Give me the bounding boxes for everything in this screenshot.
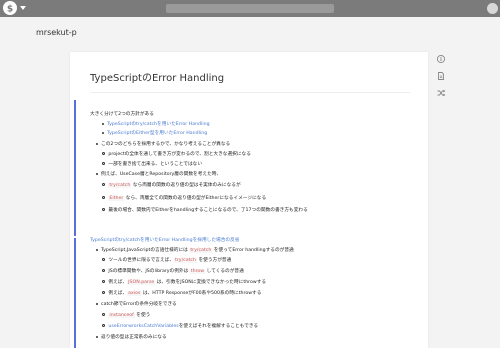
inline-code: try/catch (189, 248, 213, 253)
list-item: projectの全体を通して書き方が変わるので、割と大きな選択になる (102, 152, 251, 158)
bullet-icon (102, 291, 106, 295)
list-item: TypeScriptのEither型を用いたError Handling (102, 131, 207, 137)
list-item-text: なら、両層全ての関数の返り値の型がEitherになるイメージになる (124, 196, 267, 202)
bullet-icon (102, 280, 106, 284)
inline-code: JSON.parse (127, 280, 156, 286)
list-item: 最後の場合、関数内でEitherをhandlingすることになるので、了17つの… (102, 208, 308, 214)
bullet-icon (96, 335, 98, 338)
list-item: catch節でErrorの条件分岐をできる (96, 302, 177, 308)
edit-marker (74, 100, 76, 236)
list-item-text: を使ってError handlingするのが普通 (212, 248, 294, 253)
list-item-text: projectの全体を通して書き方が変わるので、割と大きな選択になる (108, 152, 251, 158)
bullet-icon (102, 196, 106, 200)
avatar[interactable] (487, 3, 498, 14)
inline-code: Either (108, 196, 125, 202)
inline-code: axios (127, 291, 142, 297)
bullet-icon (102, 208, 106, 212)
list-item-text: 例えば、 (108, 291, 128, 297)
list-item: instanceof を使う (102, 313, 150, 319)
svg-text:$: $ (7, 5, 13, 15)
bullet-icon (96, 302, 98, 305)
list-item: ツールの世界に限るで言えば、try/catch を使う方が普通 (102, 258, 231, 264)
shuffle-icon[interactable] (436, 88, 446, 98)
list-item-text: は、引数をJSONに変換できなかった時にthrowする (155, 280, 267, 286)
list-item: 例えば、axios は、HTTP ResponseがF00系や500系の時にth… (102, 291, 261, 297)
list-item-text: 返り値の型は正常系のみになる (101, 335, 167, 340)
post-title: TypeScriptのError Handling (90, 73, 225, 84)
list-item: Either なら、両層全ての関数の返り値の型がEitherになるイメージになる (102, 196, 266, 202)
list-item-text: JSの標準関数や、JSのlibraryの例外は (108, 269, 190, 275)
list-item: この2つのどちらを採用するかで、かなり考えることが異なる (96, 142, 230, 148)
list-item-text: この2つのどちらを採用するかで、かなり考えることが異なる (101, 142, 231, 147)
list-item-text: してくるのが普通 (205, 269, 244, 275)
bullet-icon (102, 152, 106, 156)
list-item: TypeScript,JavaScriptの言語仕様的には try/catch … (96, 248, 294, 254)
list-item: 一部を書き捨て出来る、ということではない (102, 162, 202, 168)
list-item-text: を使う (134, 313, 151, 319)
list-item-text: 例えば、UseCase層とRepository層の関数を考えた時、 (101, 172, 222, 177)
list-item-text: 最後の場合、関数内でEitherをhandlingすることになるので、了17つの… (108, 208, 308, 214)
list-item-text: なら両層の関数の返り値の型はそ実体のみになるが (131, 183, 241, 189)
post-card: TypeScriptのError Handling 大きく分けて2つの方針がある… (70, 52, 428, 348)
bullet-icon (102, 313, 106, 317)
edit-marker (74, 238, 76, 348)
link[interactable]: useErrorwrorksCatchVariables (108, 324, 178, 329)
list-item-text: 一部を書き捨て出来る、ということではない (108, 162, 203, 168)
list-item: TypeScriptのtry/catchを用いたError Handling (102, 122, 210, 128)
list-item-text: catch節でErrorの条件分岐をできる (101, 302, 177, 307)
document-icon[interactable] (436, 71, 446, 81)
search-input[interactable] (166, 4, 334, 13)
list-item-text: TypeScript,JavaScriptの言語仕様的には (101, 248, 190, 253)
bullet-icon (102, 324, 106, 328)
top-bar: $ (0, 0, 500, 17)
list-item-text: を使う方が普通 (197, 258, 232, 264)
link[interactable]: TypeScriptのtry/catchを用いたError Handlingを採… (90, 238, 239, 243)
list-item-text: は、HTTP ResponseがF00系や500系の時にthrowする (141, 291, 262, 297)
list-item: try/catch なら両層の関数の返り値の型はそ実体のみになるが (102, 183, 241, 189)
inline-code: try/catch (108, 183, 132, 189)
list-item: 例えば、JSON.parse は、引数をJSONに変換できなかった時にthrow… (102, 280, 266, 286)
bullet-icon (102, 258, 106, 262)
title-divider (90, 92, 410, 93)
esa-logo-icon[interactable]: $ (3, 1, 17, 15)
list-item: 大きく分けて2つの方針がある (90, 112, 154, 118)
info-icon[interactable] (436, 54, 446, 64)
list-item: useErrorwrorksCatchVariablesを使えばそれを複解するこ… (102, 324, 258, 330)
link[interactable]: TypeScriptのtry/catchを用いたError Handling (107, 122, 210, 127)
bullet-icon (102, 269, 106, 273)
inline-code: instanceof (108, 313, 135, 319)
list-item: 例えば、UseCase層とRepository層の関数を考えた時、 (96, 172, 221, 178)
list-item-text: ツールの世界に限るで言えば、 (108, 258, 175, 264)
inline-code: throw (189, 269, 206, 275)
bullet-icon (96, 248, 98, 251)
bullet-icon (102, 162, 106, 166)
list-item: JSの標準関数や、JSのlibraryの例外は throw してくるのが普通 (102, 269, 244, 275)
bullet-icon (96, 142, 98, 145)
bullet-icon (102, 122, 104, 125)
list-item-text: 例えば、 (108, 280, 128, 286)
bullet-icon (102, 131, 104, 134)
inline-code: try/catch (174, 258, 197, 264)
bullet-icon (102, 183, 106, 187)
team-name[interactable]: mrsekut-p (36, 28, 77, 37)
list-item-text: 大きく分けて2つの方針がある (90, 112, 154, 117)
link[interactable]: TypeScriptのEither型を用いたError Handling (107, 131, 207, 136)
list-item: TypeScriptのtry/catchを用いたError Handlingを採… (90, 238, 239, 244)
bullet-icon (96, 172, 98, 175)
list-item-text: を使えばそれを複解することもできる (178, 324, 259, 330)
chevron-down-icon[interactable] (20, 6, 26, 10)
list-item: 返り値の型は正常系のみになる (96, 335, 167, 341)
